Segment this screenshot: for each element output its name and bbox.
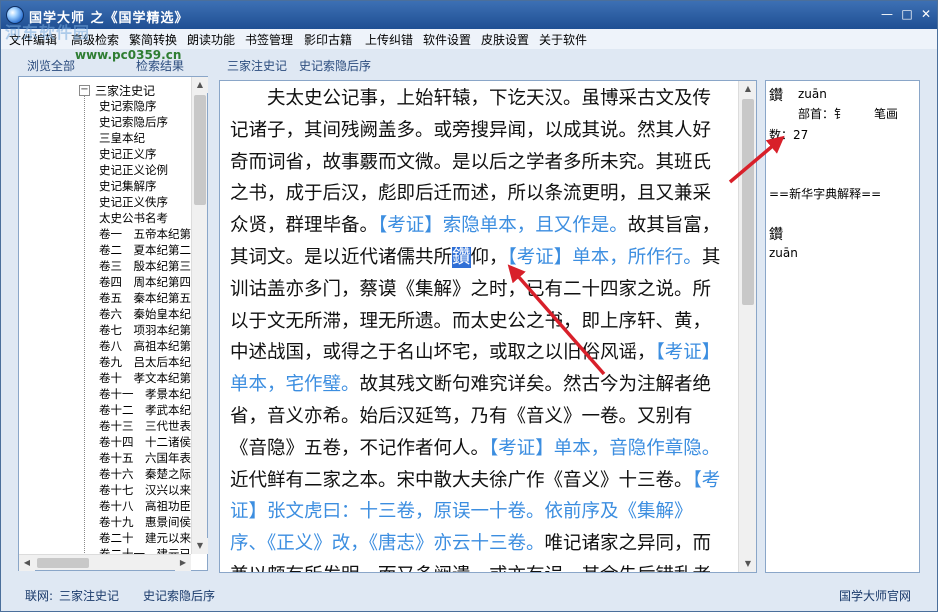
breadcrumb-book[interactable]: 三家注史记 — [227, 57, 287, 74]
tree-item[interactable]: 史记正义佚序 — [99, 194, 191, 210]
kaozheng-note: 【考证】单本，所作行。 — [507, 246, 702, 268]
dict-strokes-label: 笔画 — [874, 107, 899, 121]
status-book[interactable]: 三家注史记 — [59, 587, 119, 604]
minimize-button[interactable]: — — [878, 6, 896, 23]
tree-viewport: − 三家注史记 史记索隐序 史记索隐后序 三皇本纪 史记正义序 史记正义论例 史记集解序史… — [19, 77, 191, 554]
tree-item[interactable]: 卷十九 惠景间侯者年表 — [99, 514, 191, 530]
tree-item[interactable]: 史记索隐序 — [99, 98, 191, 114]
tree-item[interactable]: 卷二 夏本纪第二 — [99, 242, 191, 258]
tree-item[interactable]: 卷十六 秦楚之际月表 — [99, 466, 191, 482]
menu-about[interactable]: 关于软件 — [539, 31, 587, 48]
tab-browse-all[interactable]: 浏览全部 — [27, 57, 75, 74]
kaozheng-note: 【考证】单本，音隐作章隐。 — [489, 437, 721, 459]
tree-item[interactable]: 史记正义论例 — [99, 162, 191, 178]
tree-vertical-scrollbar[interactable]: ▲ ▼ — [191, 77, 208, 554]
dict-section-title: ==新华字典解释== — [769, 187, 882, 201]
tree-item[interactable]: 三皇本纪 — [99, 130, 191, 146]
tree-item[interactable]: 卷十二 孝武本纪 — [99, 402, 191, 418]
tree-item[interactable]: 卷十 孝文本纪第十 — [99, 370, 191, 386]
tree-item[interactable]: 卷四 周本纪第四 — [99, 274, 191, 290]
dict-radical: 部首：钅 — [798, 107, 847, 121]
kaozheng-note: 【考证】索隐单本，且又作是。 — [378, 215, 628, 237]
tree-item[interactable]: 卷三 殷本纪第三 — [99, 258, 191, 274]
scroll-down-icon[interactable]: ▼ — [192, 538, 208, 554]
text-run: 近代鲜有二家之本。宋中散大夫徐广作《音义》十三卷。 — [230, 469, 693, 491]
maximize-button[interactable]: □ — [898, 6, 916, 23]
dictionary-pane: 鑽 zuān 部首：钅 笔画 数：27 ==新华字典解释== 鑽 zuān — [765, 80, 920, 573]
tree-item[interactable]: 卷十一 孝景本纪 — [99, 386, 191, 402]
menu-settings[interactable]: 软件设置 — [423, 31, 471, 48]
dict-entry-pinyin: zuān — [769, 246, 798, 260]
menu-bookmarks[interactable]: 书签管理 — [245, 31, 293, 48]
tree-item[interactable]: 卷八 高祖本纪第八 — [99, 338, 191, 354]
status-online-label: 联网: — [25, 589, 54, 603]
tab-search-results[interactable]: 检索结果 — [136, 57, 184, 74]
tree-item[interactable]: 卷十五 六国年表 — [99, 450, 191, 466]
menu-bar: 文件编辑 高级检索 繁简转换 朗读功能 书签管理 影印古籍 上传纠错 软件设置 … — [1, 29, 937, 49]
scroll-up-icon[interactable]: ▲ — [740, 81, 756, 97]
watermark-text: 河东软件园 — [5, 23, 91, 42]
menu-read-aloud[interactable]: 朗读功能 — [187, 31, 235, 48]
tree-scroll-thumb[interactable] — [194, 95, 206, 205]
tree-item[interactable]: 卷十七 汉兴以来诸侯王年表 — [99, 482, 191, 498]
tree-item[interactable]: 卷六 秦始皇本纪第六 — [99, 306, 191, 322]
reading-pane[interactable]: 夫太史公记事，上始轩辕，下讫天汉。虽博采古文及传记诸子，其间残阙盖多。或旁搜异闻… — [219, 80, 757, 573]
app-window: 国学大师 之《国学精选》 — □ ✕ 文件编辑 高级检索 繁简转换 朗读功能 书… — [0, 0, 938, 612]
text-scroll-thumb[interactable] — [742, 99, 754, 305]
tree-item[interactable]: 卷一 五帝本纪第一 — [99, 226, 191, 242]
dict-pinyin: zuān — [798, 87, 827, 101]
dict-entry-character: 鑽 — [769, 227, 783, 243]
scroll-up-icon[interactable]: ▲ — [192, 77, 208, 93]
status-bar: 联网: 三家注史记 史记索隐后序 国学大师官网 — [1, 579, 937, 611]
status-chapter[interactable]: 史记索隐后序 — [143, 587, 215, 604]
dict-character: 鑽 — [769, 88, 783, 104]
tree-item[interactable]: 卷七 项羽本纪第七 — [99, 322, 191, 338]
text-vertical-scrollbar[interactable]: ▲ ▼ — [738, 81, 756, 572]
menu-upload-fix[interactable]: 上传纠错 — [365, 31, 413, 48]
close-button[interactable]: ✕ — [917, 6, 935, 23]
tree-item[interactable]: 卷十四 十二诸侯年表 — [99, 434, 191, 450]
breadcrumb-chapter[interactable]: 史记索隐后序 — [299, 57, 371, 74]
tree-children: 史记索隐序 史记索隐后序 三皇本纪 史记正义序 史记正义论例 史记集解序 史记正义佚序 太史公… — [99, 98, 191, 554]
chapter-paragraph: 夫太史公记事，上始轩辕，下讫天汉。虽博采古文及传记诸子，其间残阙盖多。或旁搜异闻… — [230, 83, 728, 572]
menu-skins[interactable]: 皮肤设置 — [481, 31, 529, 48]
tree-item[interactable]: 太史公书名考 — [99, 210, 191, 226]
tree-root-node[interactable]: 三家注史记 — [95, 82, 155, 99]
tree-item[interactable]: 卷二十 建元以来侯者年表 — [99, 530, 191, 546]
dict-strokes-count: 数：27 — [769, 128, 809, 142]
book-tree: − 三家注史记 史记索隐序 史记索隐后序 三皇本纪 史记正义序 史记正义论例 史记集解序史… — [18, 76, 208, 571]
text-run: 仰， — [470, 246, 508, 268]
tree-item[interactable]: 卷十八 高祖功臣侯者年表 — [99, 498, 191, 514]
tree-hscroll-thumb[interactable] — [37, 558, 89, 568]
scroll-left-icon[interactable]: ◀ — [19, 555, 35, 571]
text-run: 夫太史公记事，上始轩辕，下讫天汉。虽博采古文及传记诸子，其间残阙盖多。或旁搜异闻… — [230, 88, 712, 237]
tree-item[interactable]: 史记集解序 — [99, 178, 191, 194]
chapter-text[interactable]: 夫太史公记事，上始轩辕，下讫天汉。虽博采古文及传记诸子，其间残阙盖多。或旁搜异闻… — [230, 83, 728, 572]
tree-item[interactable]: 卷二十一 建元已来王子侯者年表 — [99, 546, 191, 554]
scroll-right-icon[interactable]: ▶ — [175, 555, 191, 571]
menu-convert[interactable]: 繁简转换 — [129, 31, 177, 48]
collapse-icon[interactable]: − — [79, 85, 90, 96]
scroll-down-icon[interactable]: ▼ — [740, 556, 756, 572]
official-site-link[interactable]: 国学大师官网 — [839, 587, 911, 604]
tree-item[interactable]: 史记索隐后序 — [99, 114, 191, 130]
selected-character[interactable]: 鑽 — [452, 246, 471, 268]
tree-item[interactable]: 卷十三 三代世表 — [99, 418, 191, 434]
title-bar: 国学大师 之《国学精选》 — □ ✕ — [1, 1, 937, 29]
menu-facsimile[interactable]: 影印古籍 — [304, 31, 352, 48]
tree-item[interactable]: 史记正义序 — [99, 146, 191, 162]
tree-horizontal-scrollbar[interactable]: ◀ ▶ — [19, 554, 191, 571]
tree-item[interactable]: 卷九 吕太后本纪第九 — [99, 354, 191, 370]
tree-item[interactable]: 卷五 秦本纪第五 — [99, 290, 191, 306]
tree-guide-line — [84, 91, 85, 554]
